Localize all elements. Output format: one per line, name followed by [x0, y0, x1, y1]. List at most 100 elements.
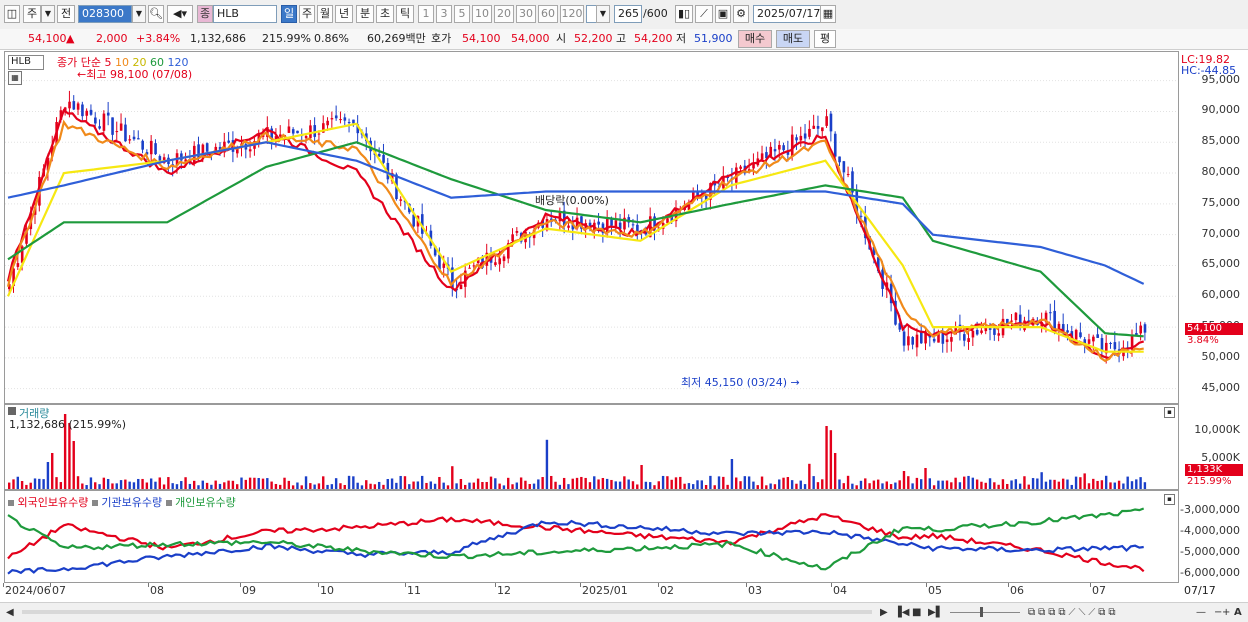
volume-bar	[696, 480, 699, 489]
open-price: 52,200	[574, 32, 613, 45]
candle-type-icon[interactable]: ▮▯	[675, 5, 693, 23]
volume-bar	[218, 483, 222, 489]
period-second[interactable]: 초	[376, 5, 394, 23]
gear-icon[interactable]: ⚙	[733, 5, 749, 23]
volume-bar	[257, 478, 260, 489]
stock-name-field[interactable]: HLB	[213, 5, 277, 23]
x-tick-label: 10	[320, 584, 334, 597]
period-minute[interactable]: 분	[356, 5, 374, 23]
period-day[interactable]: 일	[281, 5, 297, 23]
stop-icon[interactable]: ■	[912, 605, 921, 620]
date-input[interactable]: 2025/07/17	[753, 5, 823, 23]
save-icon[interactable]: ▣	[715, 5, 731, 23]
minute-120[interactable]: 120	[560, 5, 584, 23]
volume-bar	[1031, 478, 1035, 489]
candle-body	[859, 215, 863, 217]
volume-chart	[8, 414, 1147, 489]
candle-body	[920, 332, 923, 344]
candle-body	[1143, 324, 1147, 333]
legend-foreign: 외국인보유수량	[17, 496, 89, 509]
volume-bar	[1113, 482, 1116, 489]
font-size-icon[interactable]: A	[1234, 605, 1242, 620]
ask-price: 54,100	[462, 32, 501, 45]
volume-bar	[610, 479, 613, 489]
type-select[interactable]: 주	[23, 5, 41, 23]
scroll-right-icon[interactable]: ▶	[880, 605, 888, 620]
step-back-icon[interactable]: ▐◀	[894, 605, 909, 620]
volume-bar	[898, 480, 901, 489]
type-dropdown-icon[interactable]: ▼	[41, 5, 55, 23]
volume-bar	[111, 483, 114, 489]
volume-close-icon[interactable]: ▪	[1164, 407, 1175, 418]
volume-bar	[567, 484, 570, 489]
volume-bar	[223, 482, 226, 489]
volume-bar	[580, 476, 583, 489]
volume-bar	[950, 482, 953, 489]
volume-bar	[171, 483, 174, 489]
period-week[interactable]: 주	[299, 5, 315, 23]
count-total: /600	[643, 7, 668, 20]
sound-icon[interactable]: ◀▾	[167, 5, 193, 23]
volume-bar	[283, 477, 286, 489]
zoom-out-icon[interactable]: —	[1196, 605, 1206, 620]
zoom-plus-icon[interactable]: +	[1222, 605, 1230, 620]
x-tick-mark	[318, 583, 319, 587]
volume-bar	[1040, 472, 1043, 489]
scroll-track[interactable]	[22, 610, 872, 614]
draw-tool-icon[interactable]: ⟋	[695, 5, 713, 23]
candle-body	[846, 173, 850, 175]
sell-button[interactable]: 매도	[776, 30, 810, 48]
scroll-bar[interactable]: ◀ ▶ ▐◀ ■ ▶▌ ⧉⧉⧉⧉⟋⟍⟋⧉⧉ — − + A	[0, 602, 1248, 622]
volume-bar	[735, 477, 738, 489]
eval-button[interactable]: 평	[814, 30, 836, 48]
minute-1[interactable]: 1	[418, 5, 434, 23]
chart-window-icon[interactable]: ◫	[4, 5, 20, 23]
period-tick[interactable]: 틱	[396, 5, 414, 23]
table-icon[interactable]: ▦	[8, 71, 22, 85]
minute-30[interactable]: 30	[516, 5, 536, 23]
zoom-slider[interactable]	[950, 612, 1020, 613]
candle-body	[472, 265, 476, 267]
minute-5[interactable]: 5	[454, 5, 470, 23]
period-month[interactable]: 월	[317, 5, 333, 23]
jeon-button[interactable]: 전	[57, 5, 75, 23]
code-dropdown-icon[interactable]: ▼	[132, 5, 146, 23]
search-icon[interactable]: 🔍︎	[148, 5, 164, 23]
minute-20[interactable]: 20	[494, 5, 514, 23]
scroll-left-icon[interactable]: ◀	[6, 605, 14, 620]
zoom-slider-handle[interactable]	[980, 607, 983, 617]
volume-bar	[124, 479, 127, 489]
candle-body	[468, 267, 471, 269]
price-tick: 85,000	[1201, 134, 1241, 148]
period-year[interactable]: 년	[335, 5, 353, 23]
candle-body	[833, 133, 837, 157]
holding-close-icon[interactable]: ▪	[1164, 494, 1175, 505]
volume-bar	[55, 477, 58, 489]
holding-pane[interactable]: 외국인보유수량 기관보유수량 개인보유수량 ▪	[4, 490, 1179, 583]
count-input[interactable]: 265	[614, 5, 642, 23]
price-pane[interactable]: HLB ▦ 종가 단순 5 10 20 60 120 ←최고 98,100 (0…	[4, 51, 1179, 404]
minute-60[interactable]: 60	[538, 5, 558, 23]
step-forward-icon[interactable]: ▶▌	[928, 605, 943, 620]
volume-bar	[532, 483, 536, 489]
volume-bar	[227, 480, 230, 489]
volume-bar	[145, 482, 149, 489]
volume-bar	[192, 480, 196, 489]
buy-button[interactable]: 매수	[738, 30, 772, 48]
volume-bar	[373, 484, 377, 489]
x-tick-mark	[3, 583, 4, 587]
interval-dropdown-icon[interactable]: ▼	[596, 5, 610, 23]
calendar-icon[interactable]: ▦	[820, 5, 836, 23]
volume-pane[interactable]: 거래량 1,132,686 (215.99%) ▪	[4, 404, 1179, 490]
volume-bar	[687, 483, 691, 489]
volume-bar	[1053, 479, 1056, 489]
volume-bar	[795, 483, 798, 489]
minute-3[interactable]: 3	[436, 5, 452, 23]
volume-bar	[1143, 482, 1147, 489]
code-input[interactable]: 028300	[78, 5, 132, 23]
chart-tools-icons[interactable]: ⧉⧉⧉⧉⟋⟍⟋⧉⧉	[1028, 605, 1119, 620]
candle-body	[72, 101, 76, 110]
pane-handle-icon[interactable]	[8, 407, 16, 415]
candle-body	[1049, 312, 1052, 314]
minute-10[interactable]: 10	[472, 5, 492, 23]
